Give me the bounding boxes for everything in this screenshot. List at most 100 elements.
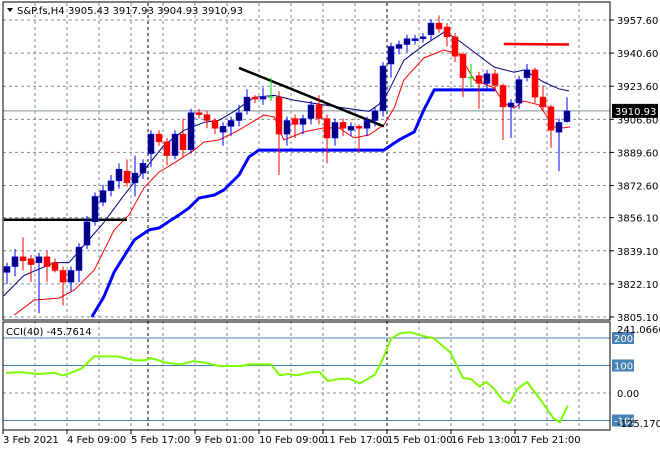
candle-body [227,120,235,127]
candle-body [315,104,323,119]
candle-body [59,270,67,283]
candle-body [275,96,283,135]
candle-body [115,168,123,182]
candle-body [171,133,179,156]
cci-max-label: 241.0666 [617,325,660,336]
y-tick-label: 3839.10 [617,247,658,258]
ohlc-label: 3905.43 3917.93 3904.93 3910.93 [68,6,243,17]
candle-body [499,85,507,108]
y-tick-label: 3957.60 [617,16,658,27]
candle-body [339,122,347,129]
candle-body [507,102,515,108]
y-tick-label: 3872.60 [617,182,658,193]
candle [187,108,195,154]
candle-body [371,110,379,121]
x-tick-label: 17 Feb 21:00 [515,435,581,446]
candle-body [123,170,131,184]
candle-body [219,126,227,133]
candle-body [19,256,27,261]
candle-body [107,180,115,191]
candle-body [139,163,147,174]
candle-body [83,221,91,246]
x-tick-label: 15 Feb 01:00 [387,435,453,446]
candle-body [451,36,459,57]
candle-body [179,133,187,150]
candle [171,130,179,160]
x-tick-label: 16 Feb 13:00 [451,435,517,446]
candle-body [539,96,547,108]
candle-body [251,96,259,100]
candle-body [483,73,491,84]
trading-chart[interactable]: 3957.603940.603923.603906.603889.603872.… [0,0,660,450]
candle-body [307,104,315,119]
candle-body [299,118,307,125]
candle-body [291,118,299,125]
candle-body [475,75,483,84]
candle-body [443,26,451,37]
x-tick-label: 10 Feb 09:00 [259,435,325,446]
candle-body [427,22,435,36]
candle-body [411,38,419,41]
candle-body [51,262,59,271]
candle [379,62,387,117]
candle-body [67,270,75,283]
x-tick-label: 4 Feb 09:00 [67,435,126,446]
candle-body [195,112,203,115]
cci-level-label: 100 [614,362,633,373]
candle-body [531,69,539,98]
candle-body [155,133,163,143]
candle-body [387,46,395,65]
current-price-label: 3910.93 [615,107,656,118]
resistance-line [503,42,570,46]
candle-body [75,246,83,271]
candle-body [331,122,339,139]
candle-body [379,65,387,111]
candle [91,192,99,226]
candle-body [355,126,363,129]
candle-body [211,120,219,129]
candle-body [283,120,291,135]
candle-body [435,22,443,30]
candle-body [243,96,251,111]
candle-body [11,256,19,267]
y-tick-label: 3822.10 [617,280,658,291]
y-tick-label: 3923.60 [617,82,658,93]
candle-body [395,44,403,49]
candle-body [547,106,555,131]
candle-body [35,256,43,263]
candle-body [523,69,531,78]
candle-body [131,172,139,184]
candle-body [363,120,371,129]
candle-body [187,112,195,150]
candle-body [91,196,99,223]
candle-body [235,112,243,121]
cci-label: CCI(40) -45.7614 [6,327,92,338]
candle-body [147,133,155,154]
y-tick-label: 3889.60 [617,148,658,159]
candle-body [403,38,411,45]
x-tick-label: 3 Feb 2021 [3,435,59,446]
candle-body [555,122,563,133]
candle-body [491,73,499,86]
y-tick-label: 3805.10 [617,313,658,324]
symbol-label: S&P.fs,H4 [17,6,65,17]
x-tick-label: 9 Feb 01:00 [195,435,254,446]
candle-body [419,36,427,39]
candle-body [99,190,107,203]
x-tick-label: 11 Feb 17:00 [323,435,389,446]
x-tick-label: 5 Feb 17:00 [131,435,190,446]
candle-body [203,114,211,121]
cci-min-label: -125.1702 [617,419,660,430]
candle-body [3,266,11,273]
candle-body [259,96,267,100]
candle-body [323,118,331,139]
candle-body [515,79,523,104]
candle-body [459,54,467,78]
candle-body [43,256,51,267]
cci-zero-label: 0.00 [617,389,639,400]
candle-body [347,126,355,131]
candle-body [563,110,571,122]
y-tick-label: 3856.10 [617,214,658,225]
candle-body [27,258,35,265]
candle-body [163,141,171,156]
